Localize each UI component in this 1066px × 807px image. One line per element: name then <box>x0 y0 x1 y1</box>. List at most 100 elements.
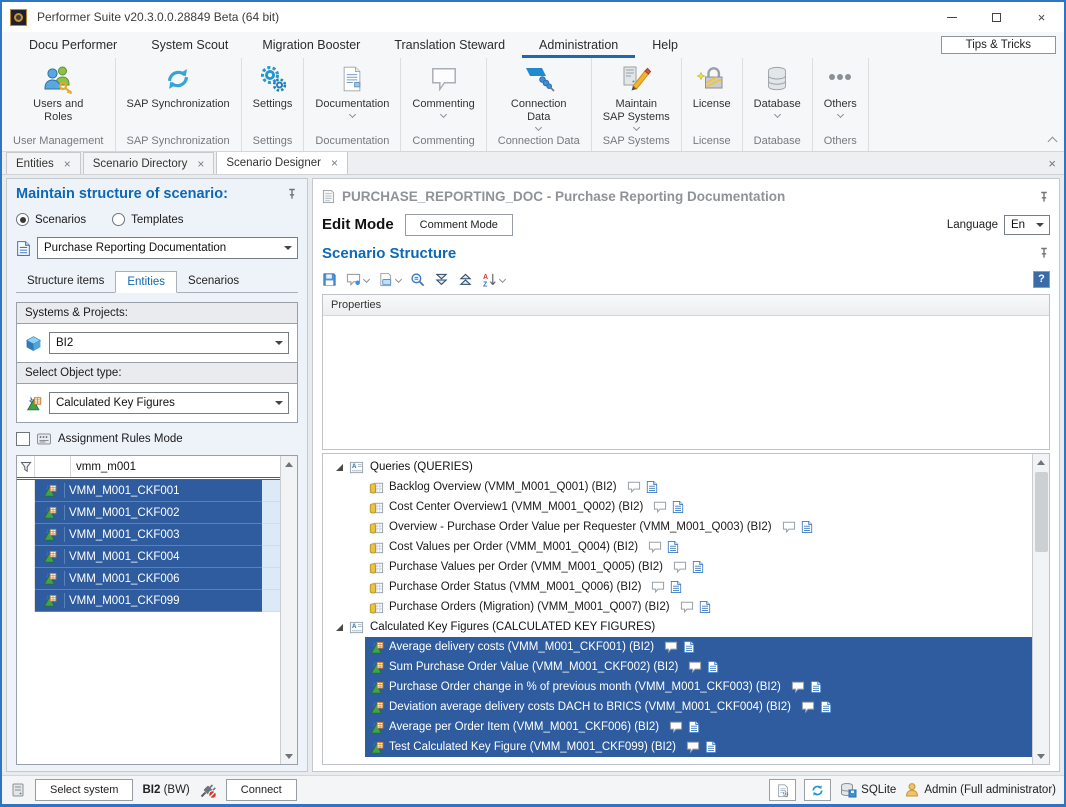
sap-synchronization-button[interactable]: SAP Synchronization <box>127 61 230 133</box>
filter-row[interactable]: vmm_m001 <box>17 456 280 480</box>
license-button[interactable]: License <box>693 61 731 133</box>
tree-scrollbar[interactable] <box>1032 454 1049 764</box>
table-row[interactable]: VMM_M001_CKF006 <box>17 568 280 590</box>
refresh-button[interactable] <box>804 779 831 801</box>
tab-structure-items[interactable]: Structure items <box>16 271 115 292</box>
pin-icon[interactable] <box>1038 191 1050 203</box>
tree-section-queries[interactable]: Queries (QUERIES) <box>323 457 1032 477</box>
report-button[interactable] <box>769 779 796 801</box>
scroll-down-icon[interactable] <box>1033 748 1049 764</box>
document-icon[interactable] <box>810 680 822 694</box>
document-icon[interactable] <box>699 600 711 614</box>
document-icon[interactable] <box>705 740 717 754</box>
menu-translation-steward[interactable]: Translation Steward <box>377 32 522 58</box>
expander-icon[interactable] <box>336 624 343 631</box>
close-tabstrip-icon[interactable]: × <box>1048 156 1056 171</box>
scroll-thumb[interactable] <box>1035 472 1048 552</box>
users-and-roles-button[interactable]: Users and Roles <box>33 61 83 133</box>
scroll-up-icon[interactable] <box>281 456 297 472</box>
radio-templates[interactable]: Templates <box>112 213 183 226</box>
tab-entities-left[interactable]: Entities <box>115 271 177 293</box>
pin-icon[interactable] <box>286 188 298 200</box>
properties-header[interactable]: Properties <box>323 295 1049 316</box>
ribbon-collapse-icon[interactable] <box>1048 137 1058 147</box>
document-icon[interactable] <box>707 660 719 674</box>
comment-tool-button[interactable] <box>346 273 369 286</box>
document-icon[interactable] <box>646 480 658 494</box>
comment-bubble-icon[interactable] <box>688 661 702 673</box>
tree-item-calculated-key-figure[interactable]: Test Calculated Key Figure (VMM_M001_CKF… <box>323 737 1032 757</box>
others-button[interactable]: Others <box>824 61 857 133</box>
menu-system-scout[interactable]: System Scout <box>134 32 245 58</box>
table-scrollbar[interactable] <box>280 456 297 764</box>
tab-scenarios-left[interactable]: Scenarios <box>177 271 250 292</box>
comment-bubble-icon[interactable] <box>648 541 662 553</box>
database-button[interactable]: Database <box>754 61 801 133</box>
table-row[interactable]: VMM_M001_CKF002 <box>17 502 280 524</box>
menu-docu-performer[interactable]: Docu Performer <box>12 32 134 58</box>
document-icon[interactable] <box>692 560 704 574</box>
comment-bubble-icon[interactable] <box>651 581 665 593</box>
document-icon[interactable] <box>672 500 684 514</box>
tree-item-query[interactable]: Purchase Values per Order (VMM_M001_Q005… <box>323 557 1032 577</box>
help-icon[interactable]: ? <box>1033 271 1050 288</box>
filter-value[interactable]: vmm_m001 <box>71 461 280 473</box>
menu-help[interactable]: Help <box>635 32 695 58</box>
document-icon[interactable] <box>688 720 700 734</box>
tips-tricks-button[interactable]: Tips & Tricks <box>941 36 1056 54</box>
tree-item-query[interactable]: Purchase Order Status (VMM_M001_Q006) (B… <box>323 577 1032 597</box>
minimize-button[interactable] <box>929 2 974 32</box>
table-row[interactable]: VMM_M001_CKF099 <box>17 590 280 612</box>
object-type-dropdown[interactable]: Calculated Key Figures <box>49 392 289 414</box>
maximize-button[interactable] <box>974 2 1019 32</box>
document-icon[interactable] <box>667 540 679 554</box>
tree-item-query[interactable]: Overview - Purchase Order Value per Requ… <box>323 517 1032 537</box>
select-system-button[interactable]: Select system <box>35 779 133 801</box>
maintain-sap-systems-button[interactable]: Maintain SAP Systems <box>603 61 670 133</box>
close-tab-icon[interactable]: × <box>331 157 338 169</box>
search-button[interactable] <box>410 272 425 287</box>
tree-item-query[interactable]: Purchase Orders (Migration) (VMM_M001_Q0… <box>323 597 1032 617</box>
document-icon[interactable] <box>670 580 682 594</box>
comment-bubble-icon[interactable] <box>801 701 815 713</box>
tab-entities[interactable]: Entities × <box>6 152 81 174</box>
radio-scenarios[interactable]: Scenarios <box>16 213 86 226</box>
menu-administration[interactable]: Administration <box>522 32 635 58</box>
comment-bubble-icon[interactable] <box>680 601 694 613</box>
comment-bubble-icon[interactable] <box>669 721 683 733</box>
tree-item-query[interactable]: Cost Values per Order (VMM_M001_Q004) (B… <box>323 537 1032 557</box>
documentation-button[interactable]: Documentation <box>315 61 389 133</box>
expander-icon[interactable] <box>336 464 343 471</box>
system-dropdown[interactable]: BI2 <box>49 332 289 354</box>
comment-mode-button[interactable]: Comment Mode <box>405 214 513 236</box>
tree-item-query[interactable]: Backlog Overview (VMM_M001_Q001) (BI2) <box>323 477 1032 497</box>
table-row[interactable]: VMM_M001_CKF004 <box>17 546 280 568</box>
connect-button[interactable]: Connect <box>226 779 297 801</box>
tree-item-calculated-key-figure[interactable]: Average per Order Item (VMM_M001_CKF006)… <box>323 717 1032 737</box>
tab-scenario-designer[interactable]: Scenario Designer × <box>216 151 348 174</box>
comment-bubble-icon[interactable] <box>673 561 687 573</box>
collapse-all-button[interactable] <box>458 272 473 287</box>
document-icon[interactable] <box>801 520 813 534</box>
sort-az-button[interactable]: AZ <box>482 272 505 287</box>
save-button[interactable] <box>322 272 337 287</box>
language-dropdown[interactable]: En <box>1004 215 1050 235</box>
document-icon[interactable] <box>820 700 832 714</box>
table-row[interactable]: VMM_M001_CKF003 <box>17 524 280 546</box>
close-tab-icon[interactable]: × <box>64 158 71 170</box>
document-icon[interactable] <box>683 640 695 654</box>
tree-item-calculated-key-figure[interactable]: Purchase Order change in % of previous m… <box>323 677 1032 697</box>
table-row[interactable]: VMM_M001_CKF001 <box>17 480 280 502</box>
tree-item-calculated-key-figure[interactable]: Average delivery costs (VMM_M001_CKF001)… <box>323 637 1032 657</box>
settings-button[interactable]: Settings <box>253 61 293 133</box>
menu-migration-booster[interactable]: Migration Booster <box>245 32 377 58</box>
comment-bubble-icon[interactable] <box>653 501 667 513</box>
scroll-up-icon[interactable] <box>1033 454 1049 470</box>
comment-bubble-icon[interactable] <box>791 681 805 693</box>
comment-bubble-icon[interactable] <box>664 641 678 653</box>
tab-scenario-directory[interactable]: Scenario Directory × <box>83 152 215 174</box>
scroll-down-icon[interactable] <box>281 748 297 764</box>
scenario-dropdown[interactable]: Purchase Reporting Documentation <box>37 237 298 259</box>
commenting-button[interactable]: Commenting <box>412 61 474 133</box>
tree-item-calculated-key-figure[interactable]: Sum Purchase Order Value (VMM_M001_CKF00… <box>323 657 1032 677</box>
